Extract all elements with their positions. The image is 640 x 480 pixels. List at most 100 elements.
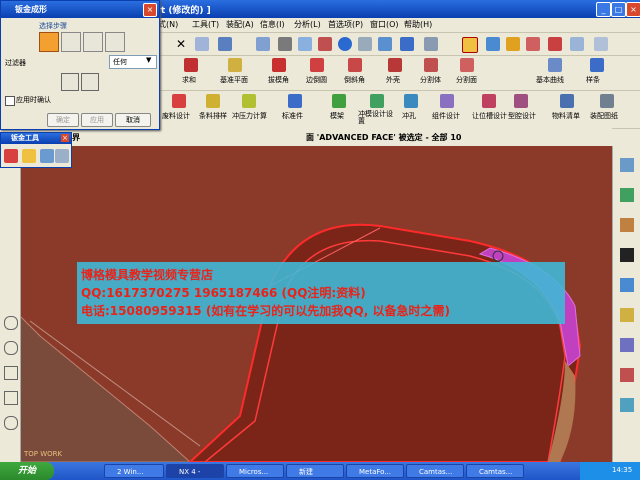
cancel-button[interactable]: 取消 bbox=[115, 113, 151, 127]
sheetmetal-flange-icon[interactable] bbox=[40, 149, 54, 163]
web-browser-icon[interactable] bbox=[620, 278, 634, 292]
menu-window[interactable]: 窗口(O) bbox=[370, 19, 399, 30]
menu-assembly[interactable]: 装配(A) bbox=[226, 19, 254, 30]
assembly-navigator-icon[interactable] bbox=[620, 158, 634, 172]
press-force-icon[interactable] bbox=[242, 94, 256, 108]
cube-view-icon[interactable] bbox=[400, 37, 414, 51]
menu-help[interactable]: 帮助(H) bbox=[404, 19, 432, 30]
arc-icon[interactable] bbox=[486, 37, 500, 51]
snap-icon[interactable] bbox=[462, 37, 478, 53]
dialog-title: 钣金成形 bbox=[15, 5, 47, 14]
system-tray: 14:35 bbox=[580, 462, 640, 480]
chevron-down-icon: ▼ bbox=[146, 56, 152, 64]
sheetmetal-form-icon[interactable] bbox=[4, 149, 18, 163]
task-windows[interactable]: 2 Win... bbox=[104, 464, 164, 478]
reverse-direction-icon[interactable] bbox=[61, 73, 79, 91]
edge-blend-icon[interactable] bbox=[310, 58, 324, 72]
arc-tool-icon[interactable] bbox=[4, 341, 18, 355]
standard-part-icon[interactable] bbox=[288, 94, 302, 108]
cavity-design-label: 型腔设计 bbox=[508, 112, 536, 120]
apply-confirm-checkbox[interactable] bbox=[5, 96, 15, 106]
training-icon[interactable] bbox=[620, 248, 634, 262]
magnify-icon[interactable] bbox=[318, 37, 332, 51]
die-set-icon[interactable] bbox=[332, 94, 346, 108]
draft-icon[interactable] bbox=[272, 58, 286, 72]
minimize-button[interactable]: _ bbox=[596, 2, 611, 17]
split-body-icon[interactable] bbox=[424, 58, 438, 72]
menu-tools[interactable]: 工具(T) bbox=[192, 19, 219, 30]
die-design-setup-icon[interactable] bbox=[370, 94, 384, 108]
strip-layout-icon[interactable] bbox=[206, 94, 220, 108]
delete-icon[interactable]: ✕ bbox=[174, 37, 188, 51]
part-navigator-icon[interactable] bbox=[620, 188, 634, 202]
rotate-icon[interactable] bbox=[338, 37, 352, 51]
task-metafont[interactable]: MetaFo... bbox=[346, 464, 404, 478]
spline-icon[interactable] bbox=[590, 58, 604, 72]
process-studio-icon[interactable] bbox=[620, 368, 634, 382]
history-icon[interactable] bbox=[620, 308, 634, 322]
task-new[interactable]: 新建 bbox=[286, 464, 344, 478]
cavity-design-icon[interactable] bbox=[514, 94, 528, 108]
maximize-button[interactable]: □ bbox=[611, 2, 626, 17]
piercing-icon[interactable] bbox=[404, 94, 418, 108]
shell-icon[interactable] bbox=[388, 58, 402, 72]
dialog-close-button[interactable]: × bbox=[143, 3, 157, 17]
roles-icon[interactable] bbox=[620, 398, 634, 412]
system-materials-icon[interactable] bbox=[620, 338, 634, 352]
circle-tool-icon[interactable] bbox=[4, 316, 18, 330]
task-nx[interactable]: NX 4 - bbox=[166, 464, 224, 478]
sheetmetal-unbend-icon[interactable] bbox=[55, 149, 69, 163]
strip-layout-label: 条料排样 bbox=[199, 112, 227, 120]
options-icon[interactable] bbox=[81, 73, 99, 91]
fit-icon[interactable] bbox=[256, 37, 270, 51]
component-design-icon[interactable] bbox=[440, 94, 454, 108]
filter-select[interactable]: 任何 ▼ bbox=[109, 55, 157, 69]
step-select-edge-icon[interactable] bbox=[61, 32, 81, 52]
datum-plane-icon[interactable] bbox=[228, 58, 242, 72]
scrap-design-icon[interactable] bbox=[172, 94, 186, 108]
menu-preferences[interactable]: 首选项(P) bbox=[328, 19, 363, 30]
pan-icon[interactable] bbox=[298, 37, 312, 51]
zoom-icon[interactable] bbox=[278, 37, 292, 51]
start-button[interactable]: 开始 bbox=[0, 462, 54, 480]
reuse-library-icon[interactable] bbox=[620, 218, 634, 232]
view-icon[interactable] bbox=[358, 37, 372, 51]
menu-analysis[interactable]: 分析(L) bbox=[294, 19, 321, 30]
select-icon[interactable] bbox=[218, 37, 232, 51]
render-style-icon[interactable] bbox=[424, 37, 438, 51]
bom-icon[interactable] bbox=[560, 94, 574, 108]
layer-icon[interactable] bbox=[570, 37, 584, 51]
taskbar: 开始 2 Win... NX 4 - Micros... 新建 MetaFo..… bbox=[0, 462, 640, 480]
unite-icon[interactable] bbox=[184, 58, 198, 72]
relief-slot-icon[interactable] bbox=[482, 94, 496, 108]
basic-curve-icon[interactable] bbox=[548, 58, 562, 72]
split-face-icon[interactable] bbox=[460, 58, 474, 72]
die-design-setup-label: 冲模设计设置 bbox=[358, 110, 393, 125]
sheetmetal-bend-icon[interactable] bbox=[22, 149, 36, 163]
ok-button[interactable]: 确定 bbox=[47, 113, 79, 127]
step-select-face-icon[interactable] bbox=[39, 32, 59, 52]
dialog-title-bar: 钣金成形 × bbox=[1, 1, 159, 18]
undo-icon[interactable] bbox=[195, 37, 209, 51]
task-camtasia-2[interactable]: Camtas... bbox=[466, 464, 524, 478]
task-microsoft[interactable]: Micros... bbox=[226, 464, 284, 478]
assembly-drawing-icon[interactable] bbox=[600, 94, 614, 108]
menu-info[interactable]: 信息(I) bbox=[260, 19, 285, 30]
pencil-icon[interactable] bbox=[548, 37, 562, 51]
apply-button[interactable]: 应用 bbox=[81, 113, 113, 127]
step-select-tool-icon[interactable] bbox=[83, 32, 103, 52]
gear-icon[interactable] bbox=[506, 37, 520, 51]
line-tool-icon[interactable] bbox=[4, 366, 18, 380]
sheetmetal-toolbar-close-button[interactable]: × bbox=[61, 134, 69, 142]
menu-format[interactable]: 式(N) bbox=[158, 19, 178, 30]
step-select-target-icon[interactable] bbox=[105, 32, 125, 52]
die-set-label: 模架 bbox=[330, 112, 344, 120]
chamfer-icon[interactable] bbox=[348, 58, 362, 72]
sketch-tool-icon[interactable] bbox=[4, 416, 18, 430]
settings-icon[interactable] bbox=[594, 37, 608, 51]
tool-icon[interactable] bbox=[526, 37, 540, 51]
point-tool-icon[interactable] bbox=[4, 391, 18, 405]
perspective-icon[interactable] bbox=[378, 37, 392, 51]
task-camtasia-1[interactable]: Camtas... bbox=[406, 464, 464, 478]
close-button[interactable]: × bbox=[626, 2, 640, 17]
